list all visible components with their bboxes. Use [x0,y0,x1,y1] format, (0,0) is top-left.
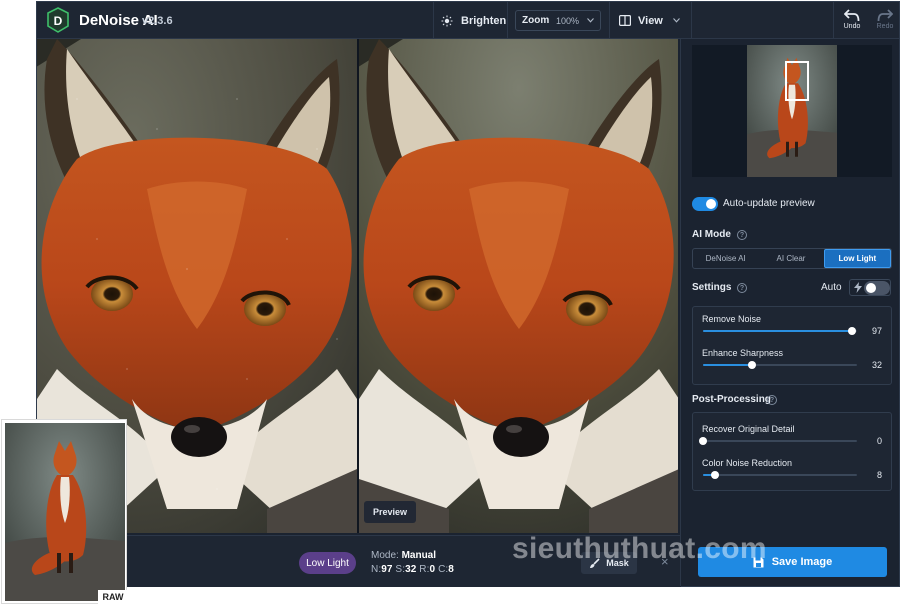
remove-noise-thumb[interactable] [848,327,857,335]
preview-label: Preview [364,501,416,523]
post-processing-card: Recover Original Detail 0 Color Noise Re… [692,412,892,491]
split-view-icon [619,15,631,26]
color-noise-label: Color Noise Reduction [702,458,793,468]
brighten-label: Brighten [461,14,507,27]
undo-button[interactable]: Undo [839,8,865,30]
mode-label: Mode: [371,550,399,561]
color-noise-key: C: [438,564,449,575]
mode-summary: Mode: Manual [371,550,436,561]
noise-key: N: [371,564,382,575]
remove-noise-value: 97 [871,326,882,336]
color-noise-value: 8 [876,470,882,480]
ai-mode-heading: AI Mode [692,229,731,240]
zoom-label: Zoom [522,15,550,26]
remove-noise-slider[interactable] [703,327,857,335]
redo-button[interactable]: Redo [872,8,898,30]
denoise-logo-icon: D [47,7,69,33]
save-image-label: Save Image [771,556,833,568]
ai-mode-selector: DeNoise AI AI Clear Low Light [692,248,892,269]
mode-value: Manual [401,550,437,561]
auto-update-label: Auto-update preview [723,198,815,209]
noise-value: 97 [381,564,393,575]
brighten-button[interactable]: Brighten [441,2,506,39]
enhance-sharpness-fill [703,364,753,366]
auto-toggle-switch[interactable] [864,281,890,295]
redo-icon [877,9,893,22]
toolbar-divider [433,2,434,39]
ai-mode-badge: Low Light [299,552,356,574]
recover-detail-slider[interactable] [699,437,857,445]
toolbar-divider [833,2,834,39]
ai-mode-clear[interactable]: AI Clear [758,249,823,268]
enhance-sharpness-value: 32 [871,360,882,370]
toolbar-divider [507,2,508,39]
toolbar-divider [609,2,610,39]
enhance-sharpness-label: Enhance Sharpness [702,348,784,358]
color-noise-thumb[interactable] [711,471,720,479]
help-icon[interactable]: ? [737,283,747,293]
recover-detail-value: 0 [876,436,882,446]
enhance-sharpness-slider[interactable] [703,361,857,369]
raw-photo [5,423,125,601]
settings-sliders-card: Remove Noise 97 Enhance Sharpness 32 [692,306,892,385]
view-label: View [638,14,663,27]
preview-image-pane [359,39,678,533]
raw-label: RAW [98,590,128,604]
remove-noise-label: Remove Noise [702,314,762,324]
zoom-value: 100% [555,15,579,26]
enhance-sharpness-thumb[interactable] [748,361,757,369]
recover-value: 0 [429,564,436,575]
watermark-text: sieuthuthuat.com [512,532,767,565]
top-toolbar: D DeNoise AI v2.3.6 Brighten Zoom 100% V… [37,2,899,39]
post-processing-heading: Post-Processing [692,394,771,405]
lightning-icon [854,282,862,293]
raw-thumbnail: RAW [1,419,128,604]
settings-panel: Auto-update preview AI Mode ? DeNoise AI… [680,39,899,586]
toolbar-divider [691,2,692,39]
undo-icon [844,9,860,22]
view-menu-button[interactable]: View [619,2,680,39]
help-icon[interactable]: ? [737,230,747,240]
app-version: v2.3.6 [142,15,173,27]
sharpness-key: S: [395,564,406,575]
sharpness-value: 32 [405,564,417,575]
ai-mode-low-light[interactable]: Low Light [823,249,891,268]
ai-mode-denoise[interactable]: DeNoise AI [693,249,758,268]
auto-label: Auto [821,282,842,293]
settings-summary: N:97 S:32 R:0 C:8 [371,564,454,575]
recover-detail-thumb[interactable] [699,437,707,445]
denoise-app-window: D DeNoise AI v2.3.6 Brighten Zoom 100% V… [36,1,900,587]
image-comparison-canvas[interactable]: Preview [37,39,678,533]
settings-heading: Settings [692,282,732,293]
color-noise-value: 8 [448,564,454,575]
color-noise-slider[interactable] [703,471,857,479]
navigator-thumbnail[interactable] [692,45,892,177]
chevron-down-icon [672,18,680,23]
recover-detail-label: Recover Original Detail [702,424,795,434]
redo-label: Redo [876,23,894,30]
navigator-viewport-box[interactable] [785,61,809,101]
auto-settings-toggle[interactable] [849,279,891,296]
zoom-select[interactable]: Zoom 100% [515,10,601,31]
help-icon[interactable]: ? [767,395,777,405]
recover-key: R: [419,564,430,575]
sun-icon [441,15,453,26]
svg-text:D: D [54,14,63,28]
auto-update-toggle[interactable] [692,197,718,211]
undo-label: Undo [843,23,861,30]
remove-noise-fill [703,330,853,332]
chevron-down-icon [587,18,594,23]
